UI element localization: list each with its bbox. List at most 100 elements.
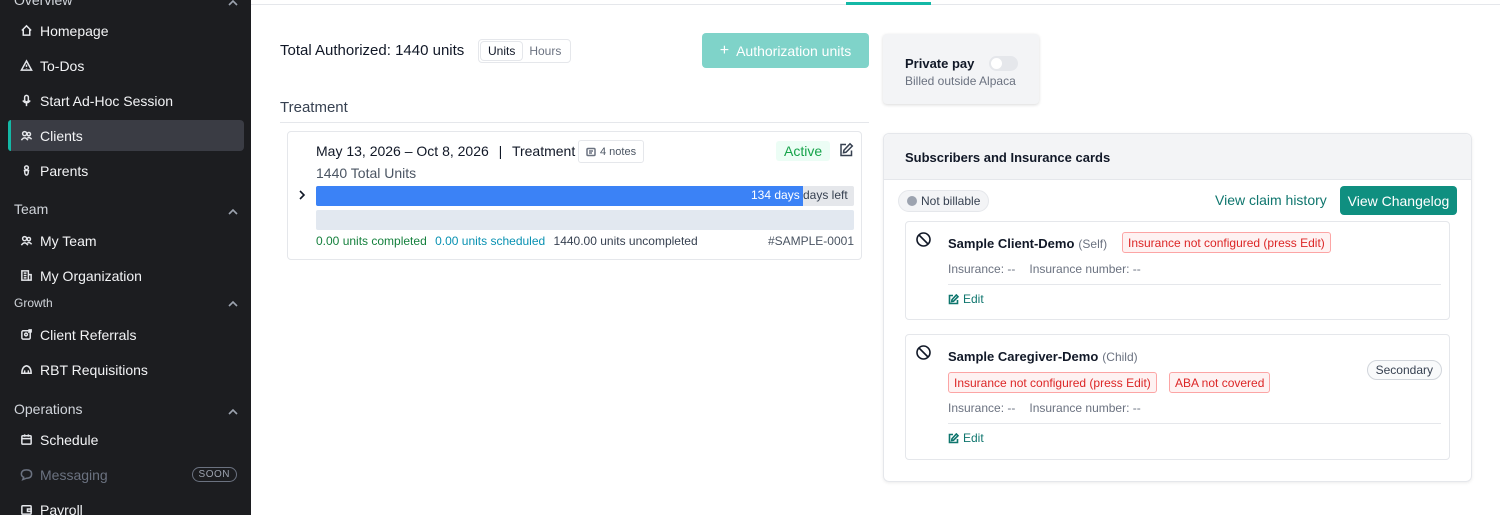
units-progress-bar bbox=[316, 210, 854, 230]
subscribers-title: Subscribers and Insurance cards bbox=[905, 150, 1111, 165]
sidebar-item-homepage[interactable]: Homepage bbox=[8, 15, 244, 46]
referral-icon bbox=[19, 328, 33, 342]
treatment-date-range: May 13, 2026 – Oct 8, 2026 bbox=[316, 143, 489, 159]
section-team[interactable]: Team bbox=[14, 201, 238, 217]
add-authorization-units-button[interactable]: + Authorization units bbox=[702, 33, 869, 68]
treatment-type: Treatment bbox=[511, 143, 576, 159]
warning-badge: Insurance not configured (press Edit) bbox=[1122, 232, 1331, 253]
section-overview[interactable]: Overview bbox=[14, 0, 238, 8]
units-completed: 0.00 units completed bbox=[316, 234, 427, 248]
sidebar-item-parents[interactable]: Parents bbox=[8, 155, 244, 186]
sidebar-item-my-organization[interactable]: My Organization bbox=[8, 260, 244, 291]
section-growth[interactable]: Growth bbox=[14, 296, 238, 310]
insurance-card: Sample Client-Demo (Self) Insurance not c… bbox=[905, 221, 1450, 320]
divider bbox=[948, 423, 1441, 424]
section-operations[interactable]: Operations bbox=[14, 401, 238, 417]
private-pay-subtitle: Billed outside Alpaca bbox=[905, 74, 1016, 88]
insurance-number: Insurance number: -- bbox=[1029, 262, 1141, 276]
units-scheduled: 0.00 units scheduled bbox=[435, 234, 546, 248]
edit-insurance-button[interactable]: Edit bbox=[948, 431, 984, 445]
units-toggle-option[interactable]: Units bbox=[481, 42, 523, 60]
sidebar-item-my-team[interactable]: My Team bbox=[8, 225, 244, 256]
view-changelog-button[interactable]: View Changelog bbox=[1340, 186, 1457, 215]
notes-chip[interactable]: 4 notes bbox=[578, 140, 645, 163]
insurance-meta: Insurance: -- Insurance number: -- bbox=[948, 262, 1141, 276]
home-icon bbox=[19, 24, 33, 38]
divider bbox=[948, 284, 1441, 285]
unit-toggle: Units Hours bbox=[478, 39, 572, 63]
subscriber-relation: (Self) bbox=[1078, 237, 1108, 251]
subscriber-name: Sample Caregiver-Demo (Child) bbox=[948, 349, 1138, 364]
total-authorized: Total Authorized: 1440 units bbox=[280, 42, 465, 59]
edit-insurance-button[interactable]: Edit bbox=[948, 292, 984, 306]
treatment-heading: Treatment bbox=[280, 99, 348, 116]
edit-icon[interactable] bbox=[838, 142, 854, 158]
calendar-icon bbox=[19, 433, 33, 447]
chevron-up-icon[interactable] bbox=[228, 0, 238, 6]
days-progress-fill bbox=[316, 186, 803, 206]
sidebar-item-label: My Team bbox=[40, 232, 97, 249]
status-badge: Active bbox=[776, 141, 831, 161]
chat-icon bbox=[19, 468, 33, 482]
section-overview-label: Overview bbox=[14, 0, 73, 8]
subscriber-relation: (Child) bbox=[1102, 350, 1138, 364]
sidebar: Overview Homepage To-Dos Start Ad-Hoc Se… bbox=[0, 0, 251, 515]
ban-icon bbox=[915, 231, 932, 248]
sidebar-item-clients[interactable]: Clients bbox=[8, 120, 244, 151]
chevron-up-icon[interactable] bbox=[228, 404, 238, 415]
sidebar-item-todos[interactable]: To-Dos bbox=[8, 50, 244, 81]
sidebar-item-adhoc-session[interactable]: Start Ad-Hoc Session bbox=[8, 85, 244, 116]
section-team-label: Team bbox=[14, 201, 49, 217]
sidebar-item-payroll[interactable]: Payroll bbox=[8, 494, 244, 515]
section-growth-label: Growth bbox=[14, 296, 53, 310]
days-progress-bar: 134 days days left bbox=[316, 186, 854, 206]
sidebar-item-label: Parents bbox=[40, 162, 89, 179]
warning-badge: ABA not covered bbox=[1169, 372, 1271, 393]
sidebar-item-label: Start Ad-Hoc Session bbox=[40, 92, 174, 109]
sidebar-item-label: Client Referrals bbox=[40, 326, 137, 343]
ban-icon bbox=[915, 344, 932, 361]
sidebar-item-label: Messaging bbox=[40, 466, 108, 483]
plus-icon: + bbox=[719, 41, 730, 59]
divider bbox=[280, 122, 869, 123]
sidebar-item-label: My Organization bbox=[40, 267, 142, 284]
soon-badge: SOON bbox=[191, 467, 237, 482]
private-pay-toggle[interactable] bbox=[989, 56, 1018, 71]
sidebar-item-client-referrals[interactable]: Client Referrals bbox=[8, 319, 244, 350]
chevron-right-icon[interactable] bbox=[297, 188, 307, 200]
add-authorization-units-label: Authorization units bbox=[736, 42, 852, 59]
subscribers-header: Subscribers and Insurance cards bbox=[884, 134, 1471, 180]
notes-icon bbox=[586, 147, 596, 156]
units-uncompleted: 1440.00 units uncompleted bbox=[553, 234, 698, 248]
notes-count: 4 notes bbox=[600, 145, 637, 158]
insurance-number: Insurance number: -- bbox=[1029, 401, 1141, 415]
authorization-id: #SAMPLE-0001 bbox=[767, 234, 854, 248]
not-billable-label: Not billable bbox=[921, 194, 981, 208]
users-icon bbox=[19, 129, 33, 143]
days-left-label: days left bbox=[803, 188, 848, 202]
total-units: 1440 Total Units bbox=[316, 165, 417, 181]
chevron-up-icon[interactable] bbox=[228, 298, 238, 308]
sidebar-item-label: Schedule bbox=[40, 431, 99, 448]
sidebar-item-label: Homepage bbox=[40, 22, 109, 39]
insurance-value: Insurance: -- bbox=[948, 262, 1016, 276]
edit-label: Edit bbox=[963, 431, 984, 445]
active-tab-indicator bbox=[846, 2, 931, 5]
subscriber-name-text: Sample Caregiver-Demo bbox=[948, 349, 1099, 364]
subscriber-name-text: Sample Client-Demo bbox=[948, 236, 1075, 251]
chevron-up-icon[interactable] bbox=[228, 204, 238, 215]
treatment-card: May 13, 2026 – Oct 8, 2026 | Treatment 4… bbox=[287, 131, 862, 260]
subscriber-name: Sample Client-Demo (Self) bbox=[948, 236, 1107, 251]
sidebar-item-label: To-Dos bbox=[40, 57, 85, 74]
days-value: 134 days bbox=[751, 188, 800, 202]
requisition-icon bbox=[19, 363, 33, 377]
section-operations-label: Operations bbox=[14, 401, 83, 417]
wallet-icon bbox=[19, 503, 33, 515]
insurance-meta: Insurance: -- Insurance number: -- bbox=[948, 401, 1141, 415]
sidebar-item-rbt-requisitions[interactable]: RBT Requisitions bbox=[8, 354, 244, 385]
hours-toggle-option[interactable]: Hours bbox=[522, 42, 568, 60]
subscribers-panel: Subscribers and Insurance cards Not bill… bbox=[883, 133, 1472, 482]
view-claim-history-link[interactable]: View claim history bbox=[1215, 192, 1327, 208]
sidebar-item-schedule[interactable]: Schedule bbox=[8, 424, 244, 455]
insurance-card: Sample Caregiver-Demo (Child) Insurance n… bbox=[905, 334, 1450, 460]
